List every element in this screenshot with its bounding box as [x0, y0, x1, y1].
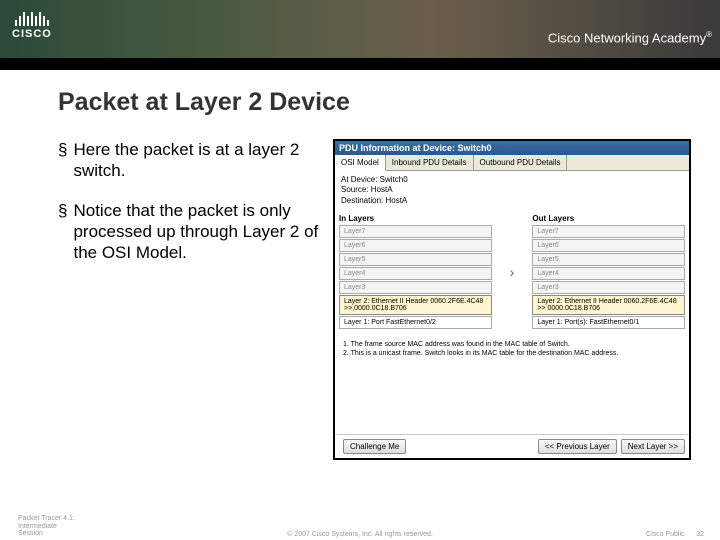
bullet-list: Here the packet is at a layer 2 switch. … [58, 139, 333, 460]
device-info: At Device: Switch0 Source: HostA Destina… [335, 171, 689, 210]
at-device: At Device: Switch0 [341, 175, 683, 185]
bullet-item: Notice that the packet is only processed… [58, 200, 323, 264]
notes-area: 1. The frame source MAC address was foun… [335, 334, 689, 434]
layer-row: Layer3 [339, 281, 492, 294]
layer-row-active[interactable]: Layer 2: Ethernet II Header 0060.2F6E.4C… [532, 295, 685, 315]
pdu-tabs: OSI Model Inbound PDU Details Outbound P… [335, 155, 689, 171]
layer-row: Layer6 [532, 239, 685, 252]
tab-outbound[interactable]: Outbound PDU Details [474, 155, 568, 170]
button-row: Challenge Me << Previous Layer Next Laye… [335, 434, 689, 458]
slide-title: Packet at Layer 2 Device [58, 88, 720, 117]
footer-right: Cisco Public 32 [646, 531, 704, 538]
destination: Destination: HostA [341, 196, 683, 206]
slide-body: Packet at Layer 2 Device Here the packet… [0, 70, 720, 540]
tab-inbound[interactable]: Inbound PDU Details [386, 155, 474, 170]
footer-left: Packet Tracer 4.1: Intermediate Session [18, 515, 75, 538]
pdu-titlebar: PDU Information at Device: Switch0 [335, 141, 689, 155]
prev-layer-button[interactable]: << Previous Layer [538, 439, 617, 454]
layers-container: In Layers Layer7 Layer6 Layer5 Layer4 La… [335, 210, 689, 334]
layer-row: Layer5 [339, 253, 492, 266]
tab-osi-model[interactable]: OSI Model [335, 155, 386, 171]
source: Source: HostA [341, 185, 683, 195]
out-layers: Out Layers Layer7 Layer6 Layer5 Layer4 L… [532, 214, 685, 330]
next-layer-button[interactable]: Next Layer >> [621, 439, 685, 454]
logo-text: CISCO [12, 28, 52, 40]
footer-copyright: © 2007 Cisco Systems, Inc. All rights re… [287, 531, 433, 538]
layer-row[interactable]: Layer 1: Port FastEthernet0/2 [339, 316, 492, 329]
layer-row-active[interactable]: Layer 2: Ethernet II Header 0060.2F6E.4C… [339, 295, 492, 315]
arrow-icon: › [510, 214, 515, 330]
layer-row: Layer4 [532, 267, 685, 280]
layer-row: Layer5 [532, 253, 685, 266]
page-number: 32 [696, 531, 704, 538]
layer-row: Layer7 [339, 225, 492, 238]
logo-bars-icon [15, 8, 49, 26]
cisco-logo: CISCO [12, 8, 52, 40]
footer: Packet Tracer 4.1: Intermediate Session … [0, 515, 720, 538]
in-layers: In Layers Layer7 Layer6 Layer5 Layer4 La… [339, 214, 492, 330]
note-line: 2. This is a unicast frame. Switch looks… [343, 349, 681, 358]
academy-label: Cisco Networking Academy® [548, 30, 712, 45]
note-line: 1. The frame source MAC address was foun… [343, 340, 681, 349]
layer-row[interactable]: Layer 1: Port(s): FastEthernet0/1 [532, 316, 685, 329]
pdu-window: PDU Information at Device: Switch0 OSI M… [333, 139, 691, 460]
layer-row: Layer6 [339, 239, 492, 252]
in-header: In Layers [339, 214, 492, 223]
bullet-item: Here the packet is at a layer 2 switch. [58, 139, 323, 182]
layer-row: Layer7 [532, 225, 685, 238]
layer-row: Layer4 [339, 267, 492, 280]
layer-row: Layer3 [532, 281, 685, 294]
out-header: Out Layers [532, 214, 685, 223]
banner: CISCO Cisco Networking Academy® [0, 0, 720, 58]
challenge-button[interactable]: Challenge Me [343, 439, 406, 454]
